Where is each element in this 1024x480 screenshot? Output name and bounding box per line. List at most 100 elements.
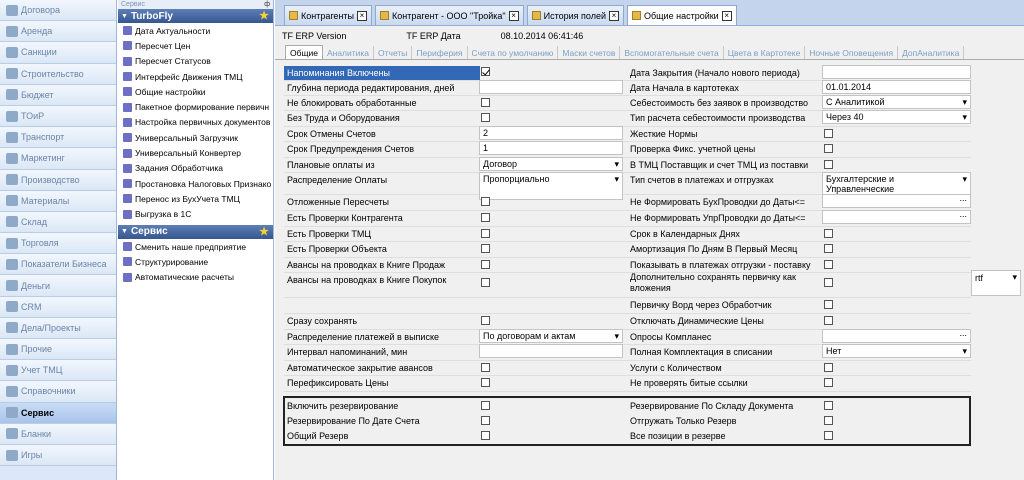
collapse-icon[interactable]: ▼ xyxy=(121,228,128,235)
group-service-header[interactable]: ▼ Сервис ★ xyxy=(118,224,273,239)
nav-item[interactable]: Прочие xyxy=(0,339,116,361)
service-item[interactable]: Универсальный Загрузчик xyxy=(118,130,273,145)
statement-payment-distribution-select[interactable]: По договорам и актам xyxy=(479,329,623,343)
no-accounting-entries-date-input[interactable] xyxy=(822,194,971,208)
service-item[interactable]: Пакетное формирование первичн xyxy=(118,99,273,114)
service-item[interactable]: Простановка Налоговых Признако xyxy=(118,176,273,191)
refix-prices-checkbox[interactable] xyxy=(481,378,490,387)
nav-item[interactable]: Справочники xyxy=(0,381,116,403)
compliance-surveys-input[interactable] xyxy=(822,329,971,343)
payment-distribution-select[interactable]: Пропорциально xyxy=(479,172,623,200)
nav-item[interactable]: Бюджет xyxy=(0,84,116,106)
nav-item[interactable]: Производство xyxy=(0,169,116,191)
skip-broken-links-checkbox[interactable] xyxy=(824,378,833,387)
nav-item[interactable]: Материалы xyxy=(0,190,116,212)
inventory-checks-checkbox[interactable] xyxy=(481,229,490,238)
fixed-price-check-checkbox[interactable] xyxy=(824,144,833,153)
service-item[interactable]: Задания Обработчика xyxy=(118,161,273,176)
nav-item[interactable]: Сервис xyxy=(0,402,116,424)
save-primary-as-attachment-checkbox[interactable] xyxy=(824,278,833,287)
reminder-interval-input[interactable] xyxy=(479,344,623,358)
planned-payments-from-select[interactable]: Договор xyxy=(479,157,623,171)
cost-without-orders-select[interactable]: С Аналитикой xyxy=(822,95,971,109)
invoice-cancel-term-input[interactable]: 2 xyxy=(479,126,623,140)
show-shipment-delivery-checkbox[interactable] xyxy=(824,260,833,269)
service-item[interactable]: Универсальный Конвертер xyxy=(118,145,273,160)
settings-tab[interactable]: Периферия xyxy=(412,46,468,59)
document-tab[interactable]: История полей × xyxy=(526,5,624,25)
registry-start-date-input[interactable]: 01.01.2014 xyxy=(822,80,971,94)
supplier-from-delivery-checkbox[interactable] xyxy=(824,160,833,169)
settings-tab[interactable]: Отчеты xyxy=(374,46,413,59)
service-item[interactable]: Структурирование xyxy=(118,254,273,269)
nav-item[interactable]: Маркетинг xyxy=(0,148,116,170)
pin-icon[interactable]: ф xyxy=(264,0,270,9)
advances-sales-book-checkbox[interactable] xyxy=(481,260,490,269)
auto-close-advances-checkbox[interactable] xyxy=(481,363,490,372)
ship-reserve-only-checkbox[interactable] xyxy=(824,416,833,425)
nav-item[interactable]: Дела/Проекты xyxy=(0,317,116,339)
nav-item[interactable]: Склад xyxy=(0,211,116,234)
nav-item[interactable]: Игры xyxy=(0,444,116,467)
attachment-format-select[interactable]: rtf xyxy=(971,270,1021,296)
nav-item[interactable]: CRM xyxy=(0,296,116,318)
edit-period-depth-input[interactable] xyxy=(479,80,623,94)
all-items-reserved-checkbox[interactable] xyxy=(824,431,833,440)
no-lock-processed-checkbox[interactable] xyxy=(481,98,490,107)
counterparty-checks-checkbox[interactable] xyxy=(481,213,490,222)
service-item[interactable]: Сменить наше предприятие xyxy=(118,239,273,254)
daily-depreciation-checkbox[interactable] xyxy=(824,244,833,253)
calendar-days-term-checkbox[interactable] xyxy=(824,229,833,238)
settings-tab[interactable]: Вспомогательные счета xyxy=(620,46,724,59)
service-item[interactable]: Перенос из БухУчета ТМЦ xyxy=(118,191,273,206)
close-tab-icon[interactable]: × xyxy=(357,10,368,21)
favorite-star-icon[interactable]: ★ xyxy=(259,9,269,22)
nav-item[interactable]: Аренда xyxy=(0,21,116,43)
reminders-enabled-checkbox[interactable] xyxy=(481,67,490,76)
nav-item[interactable]: Торговля xyxy=(0,233,116,255)
service-item[interactable]: Настройка первичных документов xyxy=(118,115,273,130)
invoice-warning-term-input[interactable]: 1 xyxy=(479,141,623,155)
nav-item[interactable]: ТОиР xyxy=(0,105,116,128)
disable-dynamic-prices-checkbox[interactable] xyxy=(824,316,833,325)
collapse-icon[interactable]: ▼ xyxy=(121,13,128,20)
reservation-by-invoice-date-checkbox[interactable] xyxy=(481,416,490,425)
group-turbofly-header[interactable]: ▼ TurboFly ★ xyxy=(118,9,273,23)
full-kit-writeoff-select[interactable]: Нет xyxy=(822,344,971,358)
save-immediately-checkbox[interactable] xyxy=(481,316,490,325)
advances-purchase-book-checkbox[interactable] xyxy=(481,278,490,287)
nav-item[interactable]: Учет ТМЦ xyxy=(0,360,116,382)
closing-date-input[interactable] xyxy=(822,65,971,79)
service-item[interactable]: Интерфейс Движения ТМЦ xyxy=(118,69,273,84)
deferred-recalc-checkbox[interactable] xyxy=(481,197,490,206)
close-tab-icon[interactable]: × xyxy=(609,10,619,21)
services-with-quantity-checkbox[interactable] xyxy=(824,363,833,372)
no-management-entries-date-input[interactable] xyxy=(822,210,971,224)
reservation-by-doc-warehouse-checkbox[interactable] xyxy=(824,401,833,410)
nav-item[interactable]: Транспорт xyxy=(0,127,116,149)
without-labor-checkbox[interactable] xyxy=(481,113,490,122)
production-cost-type-select[interactable]: Через 40 xyxy=(822,110,971,124)
service-item[interactable]: Выгрузка в 1С xyxy=(118,207,273,222)
service-item[interactable]: Пересчет Цен xyxy=(118,38,273,53)
service-item[interactable]: Дата Актуальности xyxy=(118,23,273,38)
favorite-star-icon[interactable]: ★ xyxy=(259,225,269,238)
nav-item[interactable]: Показатели Бизнеса xyxy=(0,254,116,276)
service-item[interactable]: Автоматические расчеты xyxy=(118,269,273,284)
settings-tab[interactable]: Аналитика xyxy=(323,46,375,59)
settings-tab[interactable]: Цвета в Картотеке xyxy=(724,46,806,59)
nav-item[interactable]: Договора xyxy=(0,0,116,22)
nav-item[interactable]: Бланки xyxy=(0,423,116,445)
close-tab-icon[interactable]: × xyxy=(721,10,732,21)
nav-item[interactable]: Санкции xyxy=(0,42,116,64)
document-tab[interactable]: Общие настройки × xyxy=(627,5,737,25)
settings-tab[interactable]: Общие xyxy=(285,45,323,59)
nav-item[interactable]: Строительство xyxy=(0,63,116,85)
settings-tab[interactable]: Ночные Оповещения xyxy=(805,46,899,59)
word-via-processor-checkbox[interactable] xyxy=(824,300,833,309)
strict-norms-checkbox[interactable] xyxy=(824,129,833,138)
object-checks-checkbox[interactable] xyxy=(481,244,490,253)
service-item[interactable]: Пересчет Статусов xyxy=(118,54,273,69)
nav-item[interactable]: Деньги xyxy=(0,275,116,297)
settings-tab[interactable]: Маски счетов xyxy=(558,46,621,59)
